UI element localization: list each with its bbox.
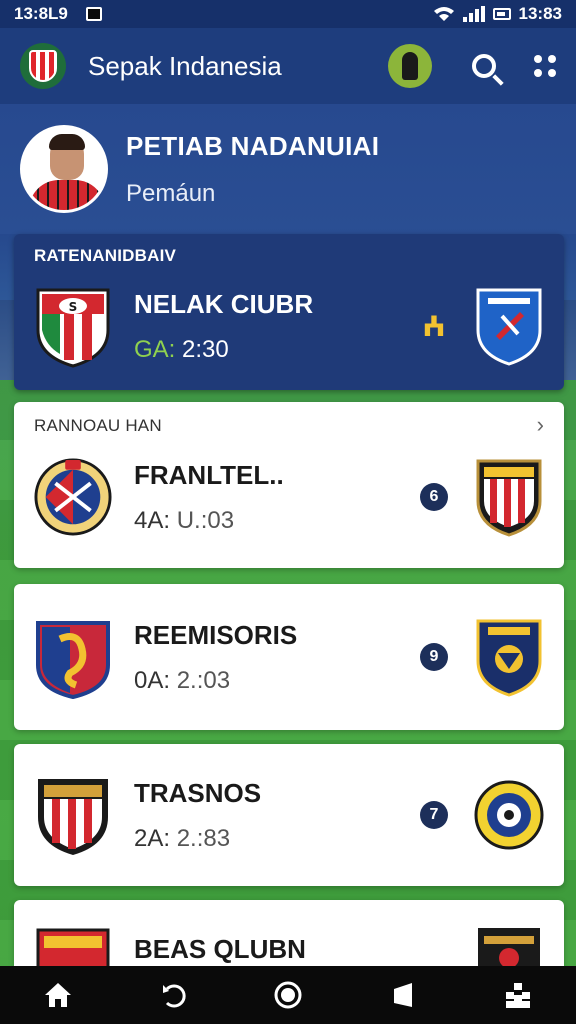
- away-team-crest-icon: [476, 288, 542, 366]
- bottom-navigation: [0, 966, 576, 1024]
- status-right-time: 13:83: [518, 4, 562, 23]
- team-name: TRASNOS: [134, 777, 262, 808]
- team-name: REEMISORIS: [134, 619, 298, 650]
- match-badge: 7: [420, 801, 448, 829]
- home-icon[interactable]: [38, 975, 78, 1015]
- app-bar: Sepak Indanesia: [0, 28, 576, 104]
- home-team-crest-icon: S: [36, 288, 110, 368]
- battery-icon: [492, 8, 511, 20]
- featured-team-name: NELAK CIUBR: [134, 288, 314, 319]
- user-avatar[interactable]: [388, 44, 432, 88]
- opponent-crest-icon: [478, 928, 540, 966]
- match-time: 0A: 2.:03: [134, 666, 231, 694]
- recents-icon[interactable]: [383, 975, 423, 1015]
- team-crest-icon: [34, 458, 112, 536]
- circle-home-icon[interactable]: [268, 975, 308, 1015]
- back-icon[interactable]: [153, 975, 193, 1015]
- match-badge: 6: [420, 483, 448, 511]
- player-name: PETIAB NADANUIAI: [126, 130, 380, 161]
- team-crest-icon: [36, 621, 110, 699]
- status-bar: 13:8L9 13:83: [0, 0, 576, 28]
- status-time: 13:8L9: [14, 4, 68, 23]
- app-title: Sepak Indanesia: [88, 50, 282, 81]
- svg-text:S: S: [69, 300, 78, 314]
- player-photo: [20, 125, 108, 213]
- featured-status-icon: ⵄ: [422, 310, 446, 342]
- notification-icon: [85, 7, 102, 21]
- search-button[interactable]: [464, 46, 504, 86]
- featured-match-card[interactable]: RATENANIDBAIV S NELAK CIUBR GA: 2:30 ⵄ: [14, 234, 564, 390]
- match-time: 4A: U.:03: [134, 506, 235, 534]
- match-badge: 9: [420, 643, 448, 671]
- search-icon: [472, 54, 496, 78]
- team-crest-icon: [38, 779, 108, 855]
- signal-icon: [462, 6, 485, 22]
- apps-grid-icon[interactable]: [498, 975, 538, 1015]
- opponent-crest-icon: [476, 619, 542, 697]
- team-name: FRANLTEL..: [134, 459, 284, 490]
- match-card[interactable]: RANNOAU HAN › FRANLTEL.. 4A: U.:03 6: [14, 402, 564, 568]
- team-crest-icon: [36, 928, 110, 966]
- featured-match-time: GA: 2:30: [134, 335, 229, 363]
- matches-section-label: RANNOAU HAN: [34, 416, 162, 435]
- match-card[interactable]: TRASNOS 2A: 2.:83 7: [14, 744, 564, 886]
- match-card[interactable]: BEAS QLUBN: [14, 900, 564, 966]
- app-logo: [20, 43, 66, 89]
- opponent-crest-icon: [474, 780, 544, 850]
- chevron-right-icon[interactable]: ›: [537, 412, 544, 438]
- match-card[interactable]: REEMISORIS 0A: 2.:03 9: [14, 584, 564, 730]
- match-time: 2A: 2.:83: [134, 824, 231, 852]
- more-options-icon[interactable]: [534, 55, 556, 77]
- wifi-icon: [433, 7, 454, 21]
- featured-section-label: RATENANIDBAIV: [34, 246, 177, 265]
- player-role: Pemáun: [126, 179, 216, 207]
- team-name: BEAS QLUBN: [134, 934, 306, 964]
- player-profile[interactable]: PETIAB NADANUIAI Pemáun: [0, 104, 576, 234]
- opponent-crest-icon: [476, 459, 542, 537]
